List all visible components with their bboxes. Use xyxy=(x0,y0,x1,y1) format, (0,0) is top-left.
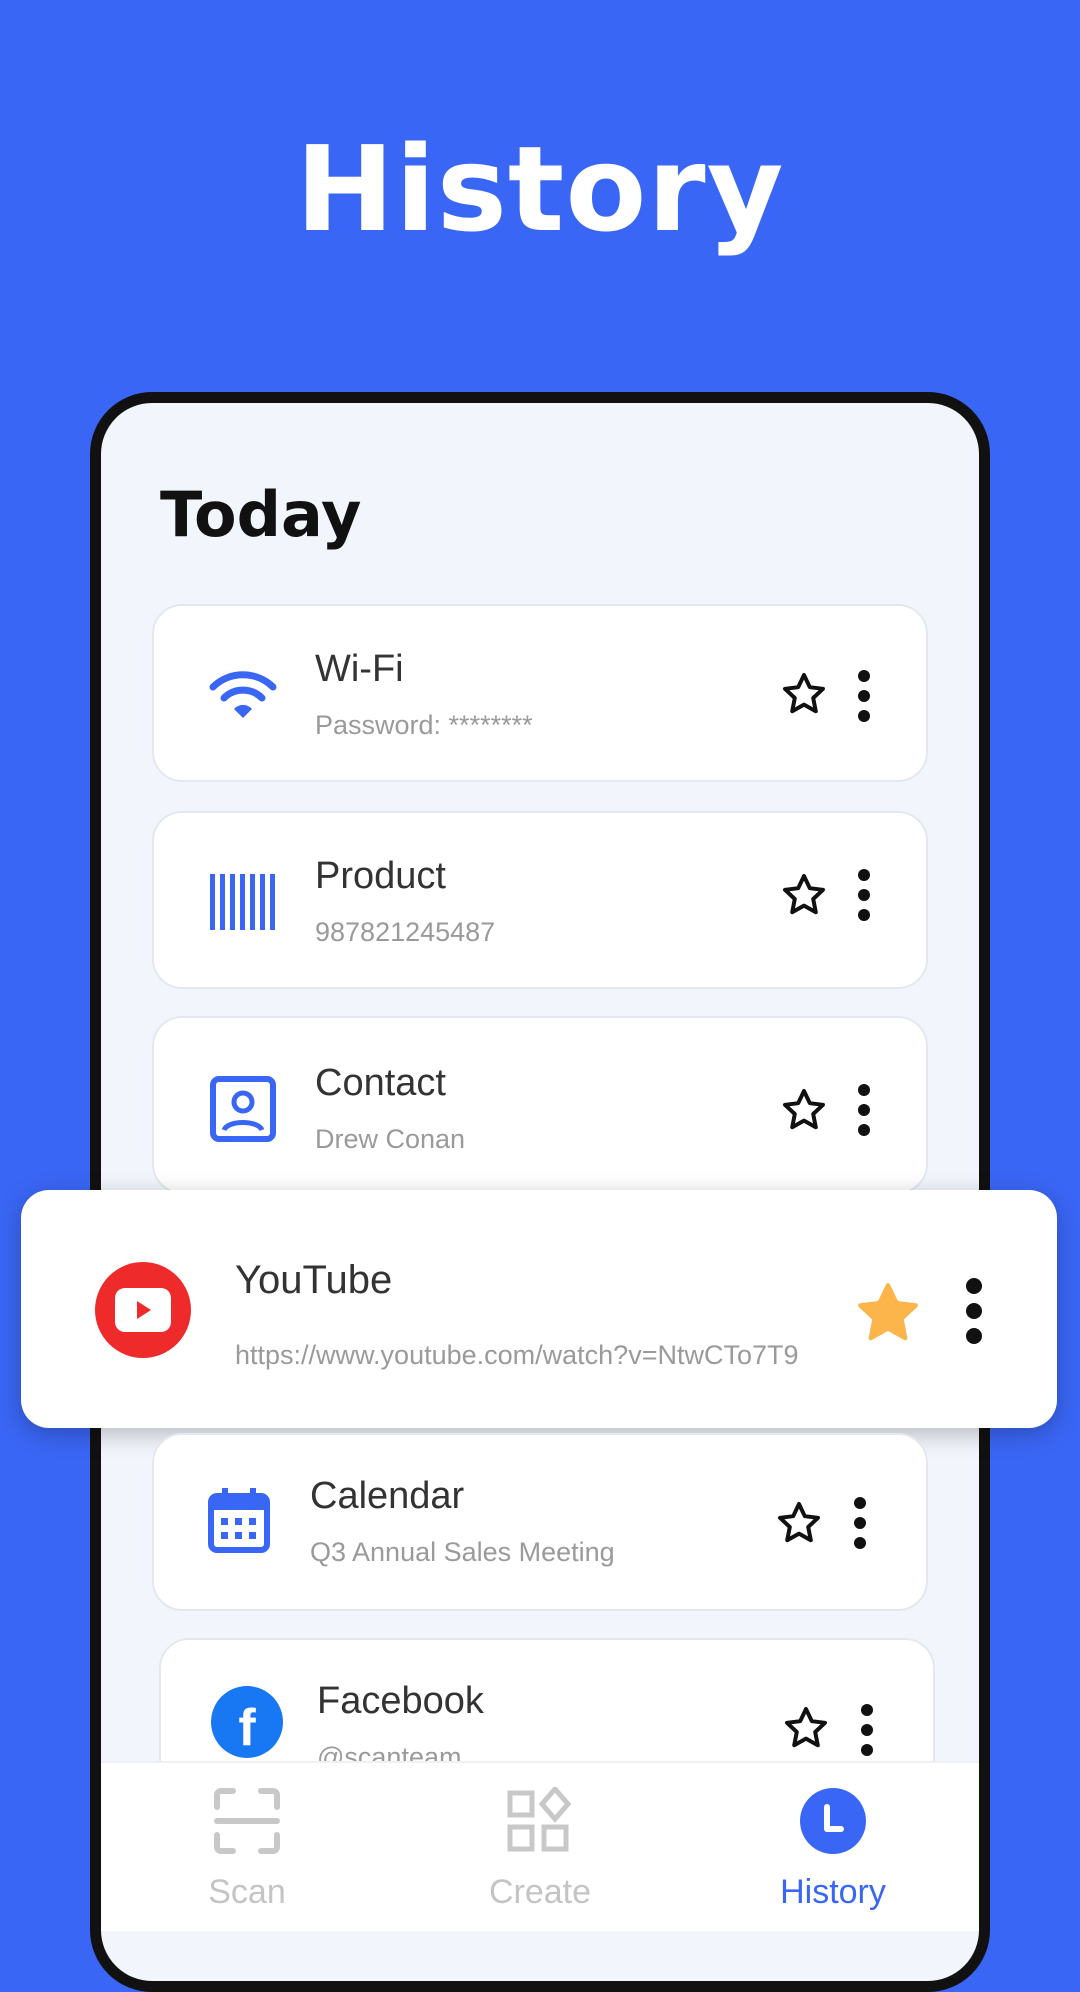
nav-history[interactable]: History xyxy=(687,1763,979,1933)
section-title: Today xyxy=(160,478,362,551)
calendar-icon xyxy=(204,1485,274,1555)
more-options-icon[interactable] xyxy=(853,1497,867,1549)
star-filled-icon[interactable] xyxy=(853,1278,923,1348)
history-item-product[interactable]: Product 987821245487 xyxy=(152,811,928,989)
history-item-youtube[interactable]: YouTube https://www.youtube.com/watch?v=… xyxy=(21,1190,1057,1428)
item-title: Calendar xyxy=(310,1475,465,1517)
nav-label: History xyxy=(780,1873,886,1911)
star-outline-icon[interactable] xyxy=(780,871,828,919)
star-outline-icon[interactable] xyxy=(780,670,828,718)
item-subtitle: Q3 Annual Sales Meeting xyxy=(310,1537,615,1567)
item-title: Product xyxy=(315,855,446,897)
more-options-icon[interactable] xyxy=(857,670,871,722)
history-icon xyxy=(800,1788,866,1854)
item-subtitle: Drew Conan xyxy=(315,1124,466,1154)
history-item-wifi[interactable]: Wi-Fi Password: ******** xyxy=(152,604,928,782)
more-options-icon[interactable] xyxy=(965,1278,983,1344)
item-title: Wi-Fi xyxy=(315,648,404,690)
more-options-icon[interactable] xyxy=(857,1084,871,1136)
star-outline-icon[interactable] xyxy=(782,1704,830,1752)
wifi-icon xyxy=(208,660,278,730)
star-outline-icon[interactable] xyxy=(780,1086,828,1134)
nav-label: Create xyxy=(488,1873,592,1911)
nav-scan[interactable]: Scan xyxy=(101,1763,393,1933)
nav-create[interactable]: Create xyxy=(394,1763,686,1933)
barcode-icon xyxy=(208,867,278,937)
more-options-icon[interactable] xyxy=(860,1704,874,1756)
item-subtitle: Password: ******** xyxy=(315,710,533,740)
youtube-icon xyxy=(95,1262,191,1358)
item-title: Facebook xyxy=(317,1680,484,1722)
nav-label: Scan xyxy=(208,1873,286,1911)
star-outline-icon[interactable] xyxy=(775,1499,823,1547)
item-subtitle: 987821245487 xyxy=(315,917,496,947)
item-subtitle: https://www.youtube.com/watch?v=NtwCTo7T… xyxy=(235,1340,799,1370)
item-title: YouTube xyxy=(235,1258,393,1302)
scan-icon xyxy=(214,1788,280,1854)
page-headline: History xyxy=(295,120,785,258)
bottom-navigation: Scan Create History xyxy=(101,1761,979,1931)
contact-icon xyxy=(208,1074,278,1144)
create-icon xyxy=(507,1787,572,1852)
facebook-icon: f xyxy=(211,1686,283,1758)
history-item-contact[interactable]: Contact Drew Conan xyxy=(152,1016,928,1194)
history-item-calendar[interactable]: Calendar Q3 Annual Sales Meeting xyxy=(152,1433,928,1611)
item-title: Contact xyxy=(315,1062,446,1104)
more-options-icon[interactable] xyxy=(857,869,871,921)
